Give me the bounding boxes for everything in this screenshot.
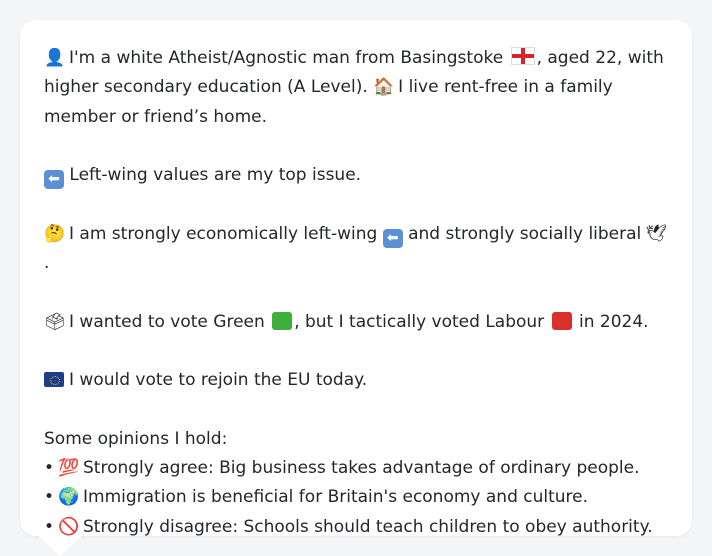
- opinion-text: Strongly agree: Big business takes advan…: [83, 458, 640, 479]
- ideology-text-continued: and strongly socially liberal: [408, 223, 642, 244]
- eu-flag-icon: [44, 372, 64, 388]
- vote-text-continued: , but I tactically voted Labour: [294, 311, 545, 332]
- opinion-text: Strongly disagree: Schools should teach …: [83, 516, 653, 537]
- dove-icon: 🕊: [645, 223, 667, 244]
- intro-text: I'm a white Atheist/Agnostic man from Ba…: [69, 48, 504, 68]
- green-square-icon: [272, 311, 293, 330]
- ideology-text: I am strongly economically left-wing: [69, 223, 378, 244]
- list-item: • 🌍 Immigration is beneficial for Britain'…: [44, 483, 668, 512]
- top-issue-text: Left-wing values are my top issue.: [69, 165, 362, 186]
- eu-paragraph: I would vote to rejoin the EU today.: [44, 366, 668, 395]
- profile-content: 👤 I'm a white Atheist/Agnostic man from B…: [44, 44, 668, 542]
- opinion-text: Immigration is beneficial for Britain's …: [83, 487, 589, 508]
- vote-paragraph: 🗳 I wanted to vote Green , but I tactical…: [44, 308, 668, 337]
- england-flag-icon: [510, 47, 535, 65]
- opinions-list: • 💯 Strongly agree: Big business takes adv…: [44, 454, 668, 542]
- list-item: • 💯 Strongly agree: Big business takes adv…: [44, 454, 668, 483]
- person-icon: 👤: [44, 48, 66, 68]
- hundred-points-icon: 💯: [58, 458, 80, 479]
- left-arrow-icon: ⬅: [44, 170, 64, 190]
- list-item: • 🚫 Strongly disagree: Schools should teac…: [44, 513, 668, 542]
- vote-text-end: in 2024.: [578, 311, 649, 332]
- left-arrow-icon: ⬅: [382, 228, 403, 248]
- intro-paragraph: 👤 I'm a white Atheist/Agnostic man from B…: [44, 44, 668, 132]
- ideology-text-end: .: [44, 253, 50, 274]
- speech-bubble-pointer: [38, 536, 82, 556]
- opinions-heading: Some opinions I hold:: [44, 428, 228, 449]
- bullet: •: [44, 458, 55, 479]
- house-icon: 🏠: [373, 77, 395, 98]
- thinking-face-icon: 🤔: [44, 223, 66, 244]
- bullet: •: [44, 487, 55, 508]
- top-issue-paragraph: ⬅ Left-wing values are my top issue.: [44, 161, 668, 190]
- red-square-icon: [551, 311, 572, 330]
- vote-text: I wanted to vote Green: [69, 311, 265, 332]
- profile-card: 👤 I'm a white Atheist/Agnostic man from B…: [20, 20, 692, 537]
- eu-text: I would vote to rejoin the EU today.: [69, 370, 368, 391]
- globe-icon: 🌍: [58, 487, 80, 508]
- ballot-box-icon: 🗳: [44, 311, 66, 332]
- ideology-paragraph: 🤔 I am strongly economically left-wing ⬅ …: [44, 220, 668, 279]
